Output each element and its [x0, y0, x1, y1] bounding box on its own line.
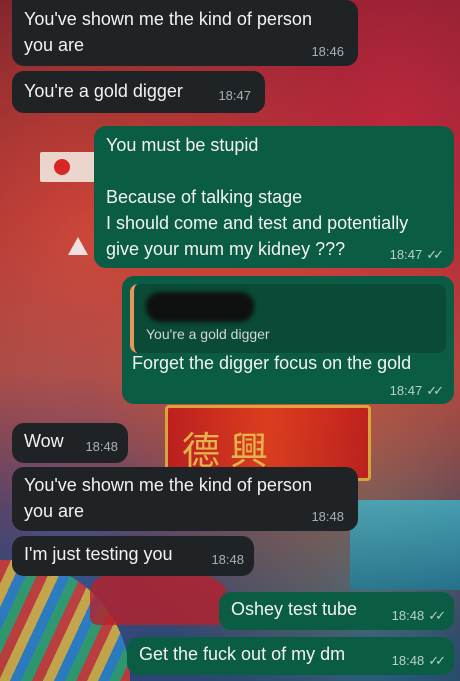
message-incoming[interactable]: I'm just testing you 18:48 [12, 536, 254, 576]
message-text: Forget the digger focus on the gold [132, 353, 412, 373]
message-time: 18:47 [218, 88, 251, 103]
message-incoming[interactable]: Wow 18:48 [12, 423, 128, 463]
quoted-message[interactable]: You're a gold digger [130, 284, 446, 353]
quoted-author-redacted [146, 292, 254, 322]
message-incoming[interactable]: You're a gold digger 18:47 [12, 71, 265, 113]
message-meta: 18:47 ✓✓ [389, 383, 444, 399]
double-check-icon: ✓✓ [426, 247, 444, 262]
message-time: 18:48 [211, 552, 244, 567]
message-text: I'm just testing you [24, 544, 173, 564]
message-time: 18:47 [389, 247, 423, 262]
message-time: 18:46 [311, 44, 344, 59]
double-check-icon: ✓✓ [426, 383, 444, 398]
message-meta: 18:48 ✓✓ [391, 653, 446, 669]
message-incoming[interactable]: You've shown me the kind of person you a… [12, 0, 358, 66]
background-car [90, 575, 230, 625]
message-outgoing[interactable]: Oshey test tube 18:48 ✓✓ [219, 592, 454, 630]
double-check-icon: ✓✓ [428, 608, 446, 623]
quoted-message-text: You're a gold digger [146, 326, 270, 342]
message-outgoing-reply[interactable]: You're a gold digger Forget the digger f… [122, 276, 454, 404]
message-meta: 18:47 ✓✓ [389, 247, 444, 263]
message-time: 18:48 [391, 608, 425, 623]
message-text: You're a gold digger [24, 81, 183, 101]
message-time: 18:48 [85, 439, 118, 454]
message-text: You must be stupid Because of talking st… [106, 135, 409, 259]
message-meta: 18:48 ✓✓ [391, 608, 446, 624]
message-time: 18:47 [389, 383, 423, 398]
message-outgoing[interactable]: Get the fuck out of my dm 18:48 ✓✓ [127, 637, 454, 675]
background-warning-sign [68, 237, 88, 255]
background-umbrella [0, 560, 130, 681]
message-text: Wow [24, 431, 64, 451]
double-check-icon: ✓✓ [428, 653, 446, 668]
message-text: Get the fuck out of my dm [139, 644, 346, 664]
message-text: You've shown me the kind of person you a… [24, 9, 312, 55]
message-text: Oshey test tube [231, 599, 358, 619]
message-text: You've shown me the kind of person you a… [24, 475, 312, 521]
message-incoming[interactable]: You've shown me the kind of person you a… [12, 467, 358, 531]
message-outgoing[interactable]: You must be stupid Because of talking st… [94, 126, 454, 268]
message-time: 18:48 [311, 509, 344, 524]
background-shop [350, 500, 460, 590]
message-time: 18:48 [391, 653, 425, 668]
